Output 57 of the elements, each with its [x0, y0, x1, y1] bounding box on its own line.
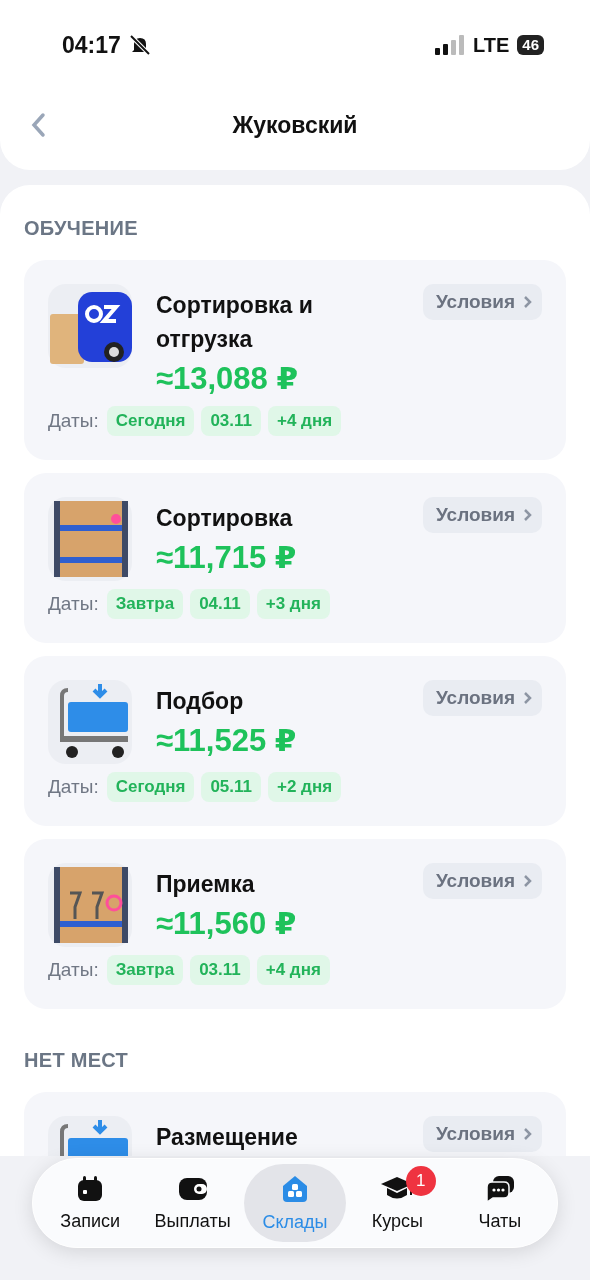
battery-level: 46	[517, 35, 544, 55]
conditions-button[interactable]: Условия	[422, 680, 542, 716]
chevron-right-icon	[523, 508, 532, 522]
chevron-right-icon	[523, 874, 532, 888]
chevron-right-icon	[523, 691, 532, 705]
conditions-button[interactable]: Условия	[422, 1116, 542, 1152]
date-tag: +2 дня	[268, 772, 342, 802]
date-tag: Сегодня	[106, 406, 195, 436]
tab-item[interactable]: Курсы 1	[346, 1164, 449, 1242]
job-price: ≈11,525 ₽	[156, 722, 298, 760]
conditions-button[interactable]: Условия	[422, 284, 542, 320]
date-tag: 03.11	[201, 406, 261, 436]
job-card[interactable]: Сортировка ≈11,715 ₽ Условия Даты: Завтра 04.11 +3 дня	[24, 473, 566, 643]
tab-item[interactable]: Записи	[39, 1164, 142, 1242]
chevron-right-icon	[523, 295, 532, 309]
dates-label: Даты:	[48, 776, 99, 798]
page-title: Жуковский	[231, 111, 359, 139]
job-price: ≈11,560 ₽	[156, 905, 298, 943]
job-title: Размещение	[156, 1123, 299, 1152]
date-tag: 03.11	[190, 955, 250, 985]
job-title: Сортировка и отгрузка	[156, 291, 314, 354]
date-tag: +3 дня	[256, 589, 330, 619]
chat-bubbles-icon	[484, 1174, 515, 1203]
signal-icon	[435, 35, 465, 55]
job-title: Подбор	[156, 687, 245, 716]
job-title: Сортировка	[156, 504, 294, 533]
chevron-right-icon	[523, 1127, 532, 1141]
job-card[interactable]: Подбор ≈11,525 ₽ Условия Даты: Сегодня 05.11 +2 дня	[24, 656, 566, 826]
bell-off-icon	[128, 34, 151, 56]
notification-badge: 1	[405, 1166, 436, 1196]
network-label: LTE	[473, 33, 510, 57]
date-tag: 05.11	[201, 772, 261, 802]
date-tag: Сегодня	[106, 772, 195, 802]
job-title: Приемка	[156, 870, 256, 899]
job-card[interactable]: Размещение Условия	[24, 1092, 566, 1156]
conditions-button[interactable]: Условия	[422, 497, 542, 533]
dates-label: Даты:	[48, 959, 99, 981]
conditions-button[interactable]: Условия	[422, 863, 542, 899]
tab-item[interactable]: Выплаты	[141, 1164, 244, 1242]
calendar-icon	[76, 1174, 105, 1203]
section-title: НЕТ МЕСТ	[24, 1049, 130, 1072]
dates-label: Даты:	[48, 410, 99, 432]
job-price: ≈13,088 ₽	[156, 360, 299, 398]
date-tag: +4 дня	[268, 406, 342, 436]
job-card[interactable]: Приемка ≈11,560 ₽ Условия Даты: Завтра 03.11 +4 дня	[24, 839, 566, 1009]
back-chevron-icon	[30, 112, 46, 138]
status-time: 04:17	[62, 31, 121, 59]
date-tag: +4 дня	[256, 955, 330, 985]
section-title: ОБУЧЕНИЕ	[24, 217, 139, 240]
warehouse-icon	[280, 1173, 310, 1204]
dates-label: Даты:	[48, 593, 99, 615]
date-tag: 04.11	[190, 589, 250, 619]
date-tag: Завтра	[106, 955, 184, 985]
job-price: ≈11,715 ₽	[156, 539, 298, 577]
date-tag: Завтра	[106, 589, 184, 619]
tab-item[interactable]: Чаты	[448, 1164, 552, 1242]
job-card[interactable]: Сортировка и отгрузка ≈13,088 ₽ Условия Даты: Сегодня 03.11 +4 дня	[24, 260, 566, 460]
